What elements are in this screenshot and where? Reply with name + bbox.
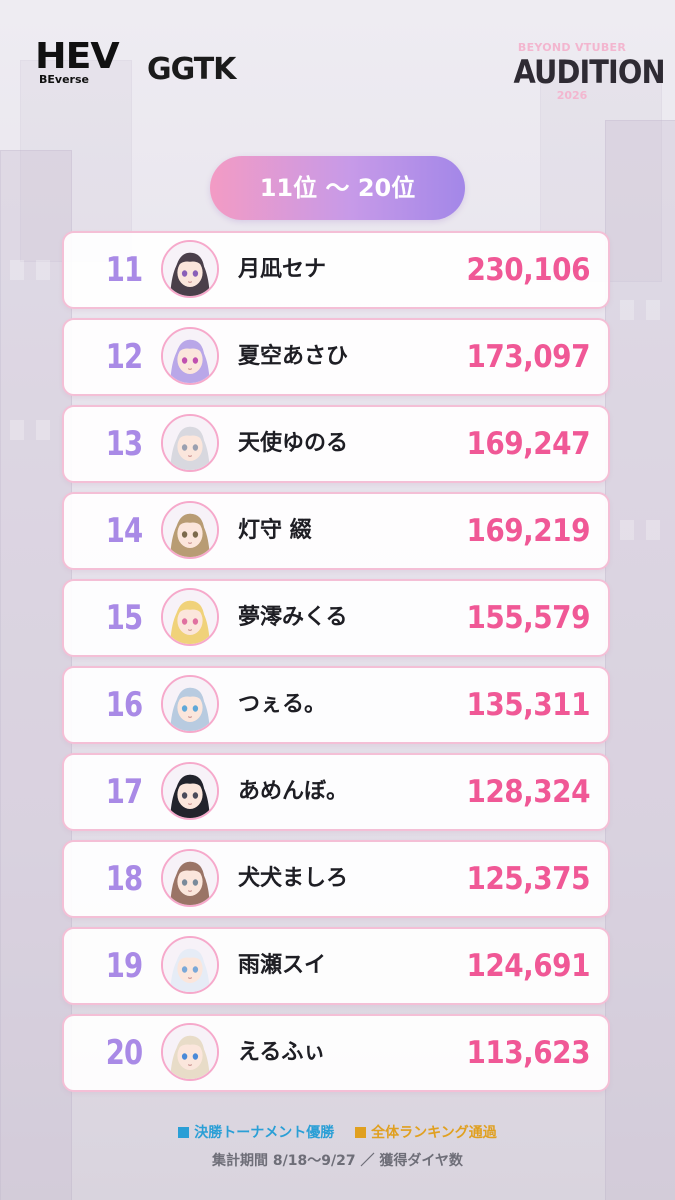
audition-logo: BEYOND VTUBER AUDITION 2026 [507,42,666,102]
avatar [161,588,219,646]
audition-logo-main: AUDITION [513,53,666,91]
diamond-score: 230,106 [466,252,590,288]
rank-number: 19 [105,946,143,986]
vtuber-name: 天使ゆのる [238,431,349,456]
avatar [161,936,219,994]
ranking-row: 16 つぇる。 135,311 [62,666,610,744]
diamond-score: 124,691 [466,948,590,984]
rank-number: 15 [105,598,143,638]
ggtk-logo: GGTK [147,52,236,87]
vtuber-name: 夢澪みくる [238,605,348,630]
diamond-score: 173,097 [466,339,590,375]
rank-number: 20 [105,1033,143,1073]
ranking-row: 19 雨瀬スイ 124,691 [62,927,610,1005]
rank-number: 18 [105,859,143,899]
avatar [161,327,219,385]
legend: 決勝トーナメント優勝 全体ランキング通過 [0,1122,675,1142]
legend-square-icon [355,1127,367,1138]
vtuber-name: 雨瀬スイ [238,953,327,978]
footer-period-note: 集計期間 8/18〜9/27 ／ 獲得ダイヤ数 [212,1153,463,1169]
audition-logo-year: 2026 [556,89,588,102]
diamond-score: 169,219 [466,513,590,549]
legend-item-overall: 全体ランキング通過 [355,1122,497,1142]
ranking-row: 17 あめんぼ。 128,324 [62,753,610,831]
rank-number: 14 [105,511,143,551]
legend-item-tournament: 決勝トーナメント優勝 [178,1122,334,1142]
vtuber-name: えるふぃ [238,1040,326,1065]
rank-number: 17 [105,772,143,812]
rank-number: 12 [105,337,143,377]
rank-number: 16 [105,685,143,725]
diamond-score: 128,324 [466,774,590,810]
rank-number: 11 [105,250,143,290]
avatar [161,762,219,820]
avatar [161,1023,219,1081]
avatar [161,240,219,298]
ranking-row: 18 犬犬ましろ 125,375 [62,840,610,918]
vtuber-name: あめんぼ。 [238,779,349,804]
diamond-score: 113,623 [466,1035,590,1071]
avatar [161,849,219,907]
avatar [161,501,219,559]
vtuber-name: 夏空あさひ [238,344,349,369]
hev-beverse-logo: HEV BEverse [35,36,120,86]
vtuber-name: 月凪セナ [238,257,327,282]
diamond-score: 169,247 [466,426,590,462]
ranking-row: 20 えるふぃ 113,623 [62,1014,610,1092]
ranking-row: 13 天使ゆのる 169,247 [62,405,610,483]
ranking-row: 11 月凪セナ 230,106 [62,231,610,309]
legend-label-overall: 全体ランキング通過 [371,1125,497,1141]
avatar [161,414,219,472]
ranking-row: 14 灯守 綴 169,219 [62,492,610,570]
ranking-list: 11 月凪セナ 230,106 12 夏空あさひ 173,097 13 天使ゆのる 169,24… [62,231,610,1101]
diamond-score: 125,375 [466,861,590,897]
diamond-score: 155,579 [466,600,590,636]
vtuber-name: 犬犬ましろ [238,866,349,891]
hev-logo-mark: HEV [35,36,120,77]
vtuber-name: 灯守 綴 [238,518,312,543]
rank-number: 13 [105,424,143,464]
avatar [161,675,219,733]
rank-range-badge: 11位 〜 20位 [210,156,465,220]
legend-square-icon [178,1127,190,1138]
ranking-row: 15 夢澪みくる 155,579 [62,579,610,657]
legend-label-tournament: 決勝トーナメント優勝 [194,1125,335,1141]
vtuber-name: つぇる。 [238,692,327,717]
diamond-score: 135,311 [466,687,590,723]
ranking-row: 12 夏空あさひ 173,097 [62,318,610,396]
